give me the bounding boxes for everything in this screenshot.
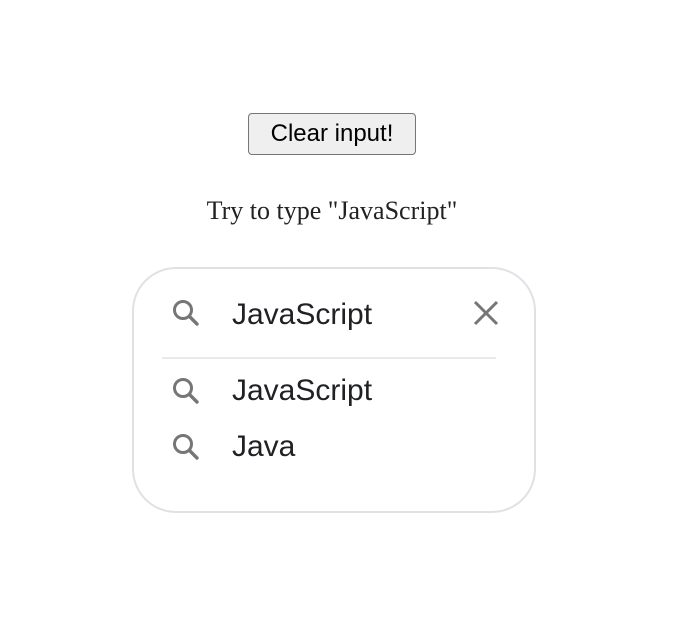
search-icon [170,375,202,407]
search-icon [170,297,202,329]
suggestion-label: Java [232,430,296,463]
divider [162,357,496,359]
close-icon[interactable] [470,297,502,329]
search-input[interactable] [232,295,462,335]
clear-input-button[interactable]: Clear input! [248,113,416,155]
suggestion-label: JavaScript [232,374,373,407]
search-icon [170,431,202,463]
suggestion-item[interactable]: Java [134,421,534,473]
hint-text: Try to type "JavaScript" [206,196,458,225]
search-box: JavaScript Java [132,267,536,513]
suggestion-item[interactable]: JavaScript [134,365,534,417]
